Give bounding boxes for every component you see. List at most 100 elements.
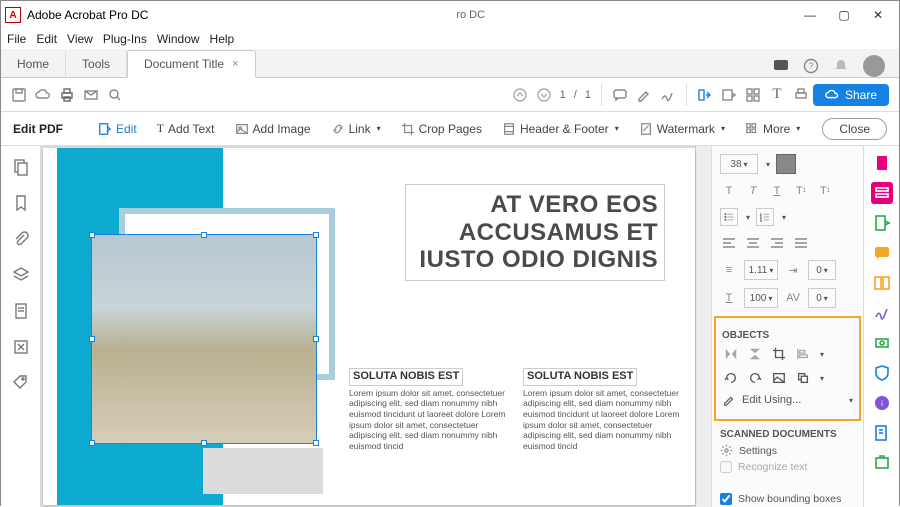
- sign-icon[interactable]: [660, 87, 676, 103]
- header-footer-button[interactable]: Header & Footer▾: [496, 118, 625, 140]
- menu-help[interactable]: Help: [210, 32, 235, 46]
- font-size-field[interactable]: 38 ▾: [720, 154, 758, 174]
- page-down-icon[interactable]: [536, 87, 552, 103]
- redact-icon[interactable]: [745, 87, 761, 103]
- cloud-icon[interactable]: [35, 87, 51, 103]
- tab-home[interactable]: Home: [1, 51, 66, 77]
- tab-tools[interactable]: Tools: [66, 51, 127, 77]
- edit-using-button[interactable]: Edit Using... ▾: [722, 393, 853, 407]
- chat-icon[interactable]: [773, 58, 789, 74]
- comment-rail-icon[interactable]: [871, 242, 893, 264]
- export-pdf-icon[interactable]: [871, 212, 893, 234]
- selected-image[interactable]: [91, 234, 317, 444]
- accessibility-icon[interactable]: [12, 338, 30, 356]
- help-icon[interactable]: ?: [803, 58, 819, 74]
- t-sub-icon[interactable]: T1: [816, 182, 834, 200]
- create-pdf-icon[interactable]: [871, 152, 893, 174]
- column-1[interactable]: SOLUTA NOBIS EST Lorem ipsum dolor sit a…: [349, 368, 507, 452]
- edit-button[interactable]: Edit: [92, 118, 143, 140]
- rotate-ccw-icon[interactable]: [722, 369, 740, 387]
- layers-icon[interactable]: [12, 266, 30, 284]
- column-2[interactable]: SOLUTA NOBIS EST Lorem ipsum dolor sit a…: [523, 368, 681, 452]
- thumbnails-icon[interactable]: [12, 158, 30, 176]
- page-up-icon[interactable]: [512, 87, 528, 103]
- tab-close-icon[interactable]: ×: [232, 58, 238, 70]
- t-italic-icon[interactable]: T: [744, 182, 762, 200]
- scrollbar[interactable]: [695, 146, 711, 507]
- fill-sign-icon[interactable]: [871, 302, 893, 324]
- headline-text[interactable]: AT VERO EOS ACCUSAMUS ET IUSTO ODIO DIGN…: [405, 184, 665, 281]
- replace-image-icon[interactable]: [770, 369, 788, 387]
- rotate-cw-icon[interactable]: [746, 369, 764, 387]
- t-regular-icon[interactable]: T: [720, 182, 738, 200]
- text-tool-icon[interactable]: T: [769, 87, 785, 103]
- line-height-field[interactable]: 1.11▾: [744, 260, 778, 280]
- handle-bm[interactable]: [201, 440, 207, 446]
- mail-icon[interactable]: [83, 87, 99, 103]
- export-icon[interactable]: [721, 87, 737, 103]
- stamp-icon[interactable]: [871, 452, 893, 474]
- protect-icon[interactable]: [871, 362, 893, 384]
- tab-document[interactable]: Document Title ×: [127, 50, 255, 78]
- add-image-button[interactable]: Add Image: [229, 118, 317, 140]
- align-objects-icon[interactable]: [794, 345, 812, 363]
- combine-icon[interactable]: [871, 422, 893, 444]
- handle-ml[interactable]: [89, 336, 95, 342]
- align-justify-icon[interactable]: [792, 234, 810, 252]
- minimize-button[interactable]: —: [793, 3, 827, 27]
- comment-icon[interactable]: [612, 87, 628, 103]
- arrange-icon[interactable]: [794, 369, 812, 387]
- print2-icon[interactable]: [793, 87, 809, 103]
- align-left-icon[interactable]: [720, 234, 738, 252]
- handle-mr[interactable]: [313, 336, 319, 342]
- bookmark-icon[interactable]: [12, 194, 30, 212]
- indent-field[interactable]: 0▾: [808, 260, 836, 280]
- watermark-button[interactable]: Watermark▾: [633, 118, 731, 140]
- number-list-icon[interactable]: 123: [756, 208, 774, 226]
- handle-br[interactable]: [313, 440, 319, 446]
- link-button[interactable]: Link▾: [325, 118, 387, 140]
- close-window-button[interactable]: ✕: [861, 3, 895, 27]
- bell-icon[interactable]: [833, 58, 849, 74]
- highlight-icon[interactable]: [636, 87, 652, 103]
- bullet-list-icon[interactable]: [720, 208, 738, 226]
- t-super-icon[interactable]: T1: [792, 182, 810, 200]
- tag-icon[interactable]: [12, 374, 30, 392]
- align-right-icon[interactable]: [768, 234, 786, 252]
- more-button[interactable]: More▾: [739, 118, 806, 140]
- menu-edit[interactable]: Edit: [36, 32, 57, 46]
- menu-plugins[interactable]: Plug-Ins: [103, 32, 147, 46]
- scan-rail-icon[interactable]: [871, 332, 893, 354]
- handle-tl[interactable]: [89, 232, 95, 238]
- organize-rail-icon[interactable]: [871, 272, 893, 294]
- attachment-icon[interactable]: [12, 230, 30, 248]
- recognize-checkbox[interactable]: Recognize text: [720, 461, 855, 473]
- save-icon[interactable]: [11, 87, 27, 103]
- align-center-icon[interactable]: [744, 234, 762, 252]
- handle-bl[interactable]: [89, 440, 95, 446]
- document-area[interactable]: AT VERO EOS ACCUSAMUS ET IUSTO ODIO DIGN…: [41, 146, 711, 507]
- avatar[interactable]: [863, 55, 885, 77]
- t-underline-icon[interactable]: T: [768, 182, 786, 200]
- zoom-icon[interactable]: [107, 87, 123, 103]
- organize-icon[interactable]: [697, 87, 713, 103]
- menu-file[interactable]: File: [7, 32, 26, 46]
- crop-object-icon[interactable]: [770, 345, 788, 363]
- add-text-button[interactable]: TAdd Text: [151, 117, 221, 140]
- crop-button[interactable]: Crop Pages: [395, 118, 488, 140]
- page-current[interactable]: 1: [560, 89, 566, 101]
- page-icon[interactable]: [12, 302, 30, 320]
- share-button[interactable]: Share: [813, 84, 889, 106]
- menu-window[interactable]: Window: [157, 32, 200, 46]
- close-button[interactable]: Close: [822, 118, 887, 140]
- handle-tr[interactable]: [313, 232, 319, 238]
- handle-tm[interactable]: [201, 232, 207, 238]
- maximize-button[interactable]: ▢: [827, 3, 861, 27]
- settings-button[interactable]: Settings: [720, 444, 855, 457]
- flip-horizontal-icon[interactable]: [746, 345, 764, 363]
- more-tools-icon[interactable]: i: [871, 392, 893, 414]
- tracking-field[interactable]: 0▾: [808, 288, 836, 308]
- text-color-swatch[interactable]: [776, 154, 796, 174]
- edit-pdf-rail-icon[interactable]: [871, 182, 893, 204]
- menu-view[interactable]: View: [67, 32, 93, 46]
